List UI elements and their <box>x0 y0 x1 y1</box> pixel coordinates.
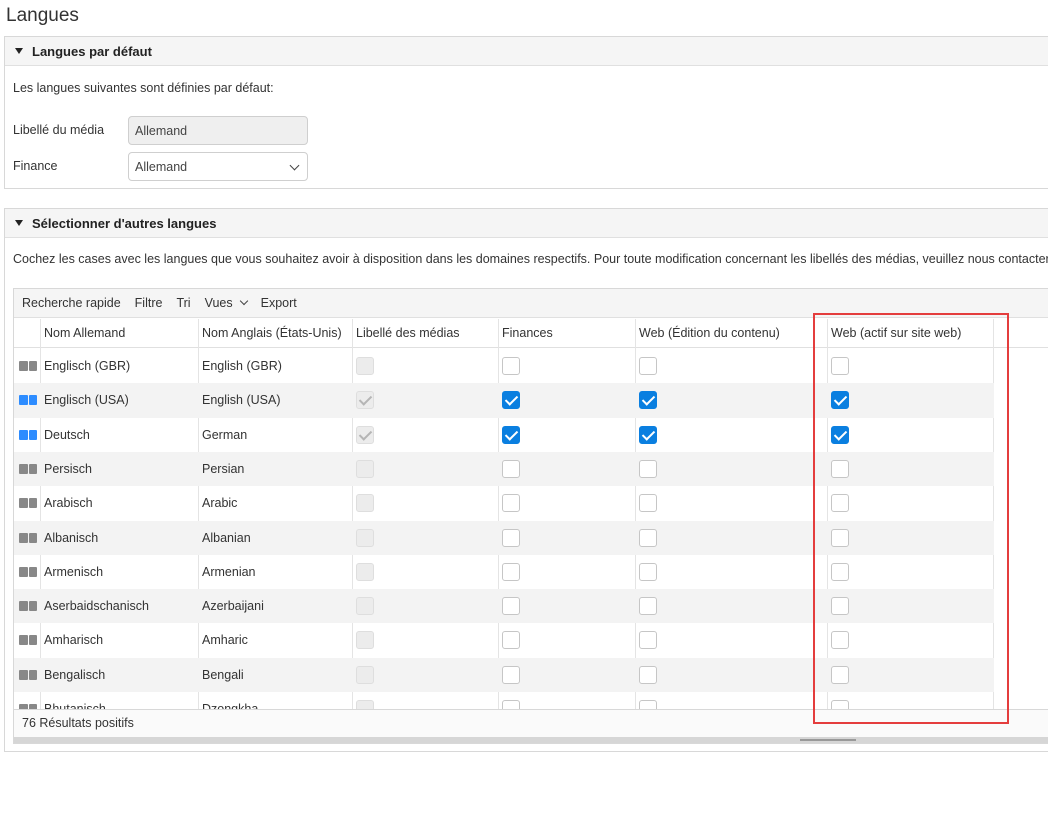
cell-german-name: Englisch (USA) <box>44 393 129 408</box>
finance-checkbox[interactable] <box>502 700 520 709</box>
cell-german-name: Deutsch <box>44 427 90 442</box>
default-languages-intro: Les langues suivantes sont définies par … <box>13 81 274 95</box>
export-button[interactable]: Export <box>261 296 297 310</box>
media-label-checkbox <box>356 357 374 375</box>
web-edit-checkbox[interactable] <box>639 562 657 581</box>
web-edit-checkbox[interactable] <box>639 425 657 444</box>
language-translate-icon <box>19 429 37 440</box>
media-label-checkbox <box>356 459 374 478</box>
cell-german-name: Persisch <box>44 461 92 476</box>
finance-checkbox[interactable] <box>502 528 520 547</box>
cell-german-name: Aserbaidschanisch <box>44 599 149 614</box>
finance-checkbox[interactable] <box>502 357 520 375</box>
finance-checkbox[interactable] <box>502 665 520 684</box>
cell-english-name: German <box>202 427 248 442</box>
cell-german-name: Albanisch <box>44 530 99 545</box>
scrollbar-thumb[interactable] <box>800 739 856 741</box>
cell-german-name: Amharisch <box>44 633 104 648</box>
language-translate-icon <box>19 635 37 646</box>
cell-english-name: Persian <box>202 461 245 476</box>
media-label-label: Libellé du média <box>13 123 105 137</box>
media-label-checkbox <box>356 665 374 684</box>
web-edit-checkbox[interactable] <box>639 391 657 410</box>
other-languages-header[interactable]: Sélectionner d'autres langues <box>5 209 1048 238</box>
language-translate-icon <box>19 532 37 543</box>
web-edit-checkbox[interactable] <box>639 459 657 478</box>
page-title: Langues <box>6 5 79 26</box>
cell-english-name: Arabic <box>202 496 238 511</box>
col-header-finances[interactable]: Finances <box>498 319 632 348</box>
media-label-checkbox <box>356 597 374 616</box>
web-edit-checkbox[interactable] <box>639 528 657 547</box>
finance-checkbox[interactable] <box>502 391 520 410</box>
web-edit-checkbox[interactable] <box>639 700 657 709</box>
language-translate-icon <box>19 463 37 474</box>
other-languages-intro: Cochez les cases avec les langues que vo… <box>13 252 1048 266</box>
web-edit-checkbox[interactable] <box>639 631 657 650</box>
horizontal-scrollbar[interactable] <box>14 737 1048 743</box>
cell-english-name: Amharic <box>202 633 248 648</box>
web-edit-checkbox[interactable] <box>639 357 657 375</box>
cell-german-name: Bhutanisch <box>44 702 106 709</box>
quick-search-button[interactable]: Recherche rapide <box>22 296 121 310</box>
media-label-checkbox <box>356 494 374 513</box>
other-languages-title: Sélectionner d'autres langues <box>32 215 217 231</box>
default-languages-title: Langues par défaut <box>32 43 152 59</box>
media-label-checkbox <box>356 562 374 581</box>
media-label-checkbox <box>356 700 374 709</box>
cell-english-name: Bengali <box>202 667 244 682</box>
col-header-english-name[interactable]: Nom Anglais (États-Unis) <box>198 319 350 348</box>
default-languages-header[interactable]: Langues par défaut <box>5 37 1048 66</box>
media-label-checkbox <box>356 528 374 547</box>
triangle-down-icon <box>15 220 23 226</box>
media-label-field: Allemand <box>128 116 308 145</box>
media-label-checkbox <box>356 425 374 444</box>
language-translate-icon <box>19 361 37 371</box>
col-header-media-labels[interactable]: Libellé des médias <box>352 319 496 348</box>
cell-german-name: Englisch (GBR) <box>44 359 131 373</box>
cell-english-name: Azerbaijani <box>202 599 264 614</box>
chevron-down-icon <box>239 296 248 306</box>
chevron-down-icon <box>289 160 300 171</box>
default-languages-panel: Langues par défaut Les langues suivantes… <box>4 36 1048 189</box>
views-label: Vues <box>204 296 233 310</box>
finance-select-value: Allemand <box>135 159 188 174</box>
finance-checkbox[interactable] <box>502 494 520 513</box>
results-count: 76 Résultats positifs <box>22 716 134 730</box>
cell-english-name: English (USA) <box>202 393 281 408</box>
filter-button[interactable]: Filtre <box>135 296 163 310</box>
col-header-web-edit[interactable]: Web (Édition du contenu) <box>635 319 823 348</box>
finance-checkbox[interactable] <box>502 459 520 478</box>
media-label-checkbox <box>356 631 374 650</box>
cell-english-name: Albanian <box>202 530 251 545</box>
cell-english-name: English (GBR) <box>202 359 282 373</box>
cell-german-name: Armenisch <box>44 564 104 579</box>
finance-label: Finance <box>13 159 58 173</box>
cell-german-name: Arabisch <box>44 496 93 511</box>
language-translate-icon <box>19 395 37 406</box>
cell-english-name: Armenian <box>202 564 256 579</box>
language-translate-icon <box>19 669 37 680</box>
cell-english-name: Dzongkha <box>202 702 259 709</box>
finance-checkbox[interactable] <box>502 425 520 444</box>
language-translate-icon <box>19 566 37 577</box>
finance-checkbox[interactable] <box>502 631 520 650</box>
language-translate-icon <box>19 498 37 509</box>
cell-german-name: Bengalisch <box>44 667 106 682</box>
web-edit-checkbox[interactable] <box>639 665 657 684</box>
sort-button[interactable]: Tri <box>176 296 190 310</box>
web-edit-checkbox[interactable] <box>639 597 657 616</box>
web-edit-checkbox[interactable] <box>639 494 657 513</box>
language-translate-icon <box>19 601 37 612</box>
finance-select[interactable]: Allemand <box>128 152 308 181</box>
finance-checkbox[interactable] <box>502 597 520 616</box>
finance-checkbox[interactable] <box>502 562 520 581</box>
views-button[interactable]: Vues <box>204 296 248 310</box>
media-label-checkbox <box>356 391 374 410</box>
highlight-box <box>813 313 1009 724</box>
media-label-value: Allemand <box>135 123 188 138</box>
triangle-down-icon <box>15 48 23 54</box>
col-header-german-name[interactable]: Nom Allemand <box>40 319 196 348</box>
